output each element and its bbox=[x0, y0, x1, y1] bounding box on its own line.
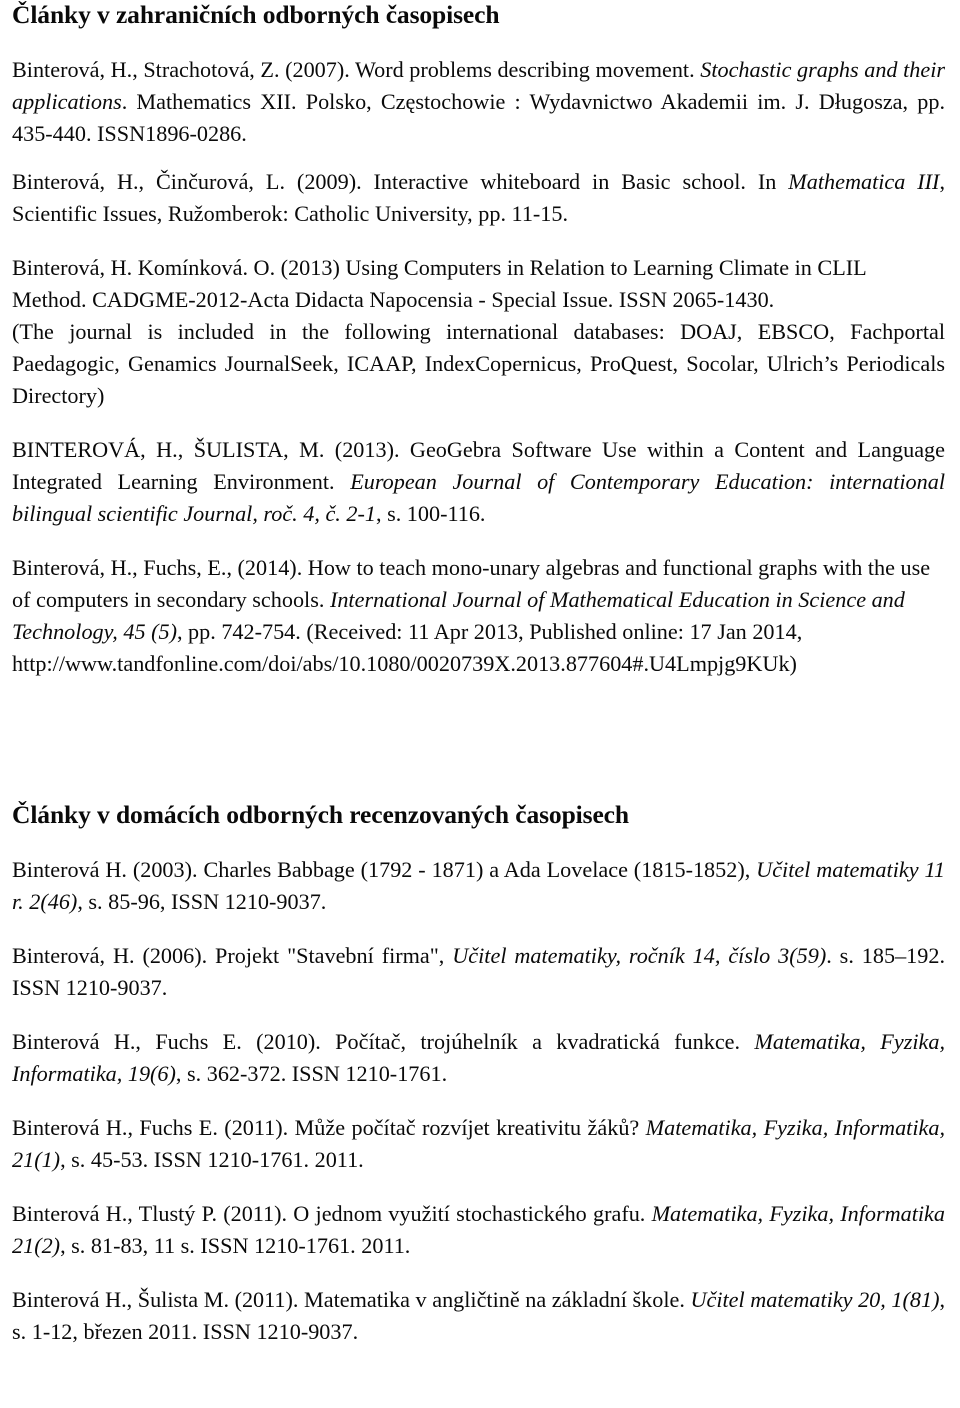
section-heading-domestic-journals: Články v domácích odborných recenzovanýc… bbox=[12, 800, 629, 829]
entry-4-part-b: , s. 100-116. bbox=[375, 501, 486, 526]
reference-entry-3-databases: (The journal is included in the followin… bbox=[12, 316, 945, 412]
reference-entry-10: Binterová H., Tlustý P. (2011). O jednom… bbox=[12, 1198, 945, 1262]
entry-1-part-b: . Mathematics XII. Polsko, Częstochowie … bbox=[12, 89, 945, 146]
reference-entry-3: Binterová, H. Komínková. O. (2013) Using… bbox=[12, 252, 945, 316]
entry-9-part-a: Binterová H., Fuchs E. (2011). Může počí… bbox=[12, 1115, 646, 1140]
section-heading-foreign-journals: Články v zahraničních odborných časopise… bbox=[12, 0, 500, 29]
entry-2-part-a: Binterová, H., Činčurová, L. (2009). Int… bbox=[12, 169, 789, 194]
entry-10-part-b: , s. 81-83, 11 s. ISSN 1210-1761. 2011. bbox=[60, 1233, 411, 1258]
reference-entry-6: Binterová H. (2003). Charles Babbage (17… bbox=[12, 854, 945, 918]
entry-8-part-a: Binterová H., Fuchs E. (2010). Počítač, … bbox=[12, 1029, 755, 1054]
document-content: Články v zahraničních odborných časopise… bbox=[12, 0, 945, 1348]
reference-entry-4: BINTEROVÁ, H., ŠULISTA, M. (2013). GeoGe… bbox=[12, 434, 945, 530]
reference-entry-1: Binterová, H., Strachotová, Z. (2007). W… bbox=[12, 54, 945, 150]
entry-1-part-a: Binterová, H., Strachotová, Z. (2007). W… bbox=[12, 57, 701, 82]
entry-3-part-b: (The journal is included in the followin… bbox=[12, 319, 945, 376]
entry-3-part-a: Binterová, H. Komínková. O. (2013) Using… bbox=[12, 255, 866, 312]
entry-7-title-italic: Učitel matematiky, ročník 14, číslo 3(59… bbox=[452, 943, 827, 968]
entry-6-part-a: Binterová H. (2003). Charles Babbage (17… bbox=[12, 857, 757, 882]
reference-entry-11: Binterová H., Šulista M. (2011). Matemat… bbox=[12, 1284, 945, 1348]
entry-10-part-a: Binterová H., Tlustý P. (2011). O jednom… bbox=[12, 1201, 652, 1226]
reference-entry-8: Binterová H., Fuchs E. (2010). Počítač, … bbox=[12, 1026, 945, 1090]
entry-11-title-italic: Učitel matematiky 20, 1(81) bbox=[690, 1287, 940, 1312]
reference-entry-7: Binterová, H. (2006). Projekt "Stavební … bbox=[12, 940, 945, 1004]
entry-7-part-a: Binterová, H. (2006). Projekt "Stavební … bbox=[12, 943, 453, 968]
document-page: Články v zahraničních odborných časopise… bbox=[0, 0, 960, 1408]
entry-8-part-b: , s. 362-372. ISSN 1210-1761. bbox=[175, 1061, 448, 1086]
entry-6-part-b: , s. 85-96, ISSN 1210-9037. bbox=[77, 889, 327, 914]
entry-2-title-italic: Mathematica III bbox=[788, 169, 940, 194]
entry-11-part-a: Binterová H., Šulista M. (2011). Matemat… bbox=[12, 1287, 691, 1312]
reference-entry-9: Binterová H., Fuchs E. (2011). Může počí… bbox=[12, 1112, 945, 1176]
entry-9-part-b: , s. 45-53. ISSN 1210-1761. 2011. bbox=[60, 1147, 364, 1172]
reference-entry-2: Binterová, H., Činčurová, L. (2009). Int… bbox=[12, 166, 945, 230]
reference-entry-5: Binterová, H., Fuchs, E., (2014). How to… bbox=[12, 552, 945, 680]
